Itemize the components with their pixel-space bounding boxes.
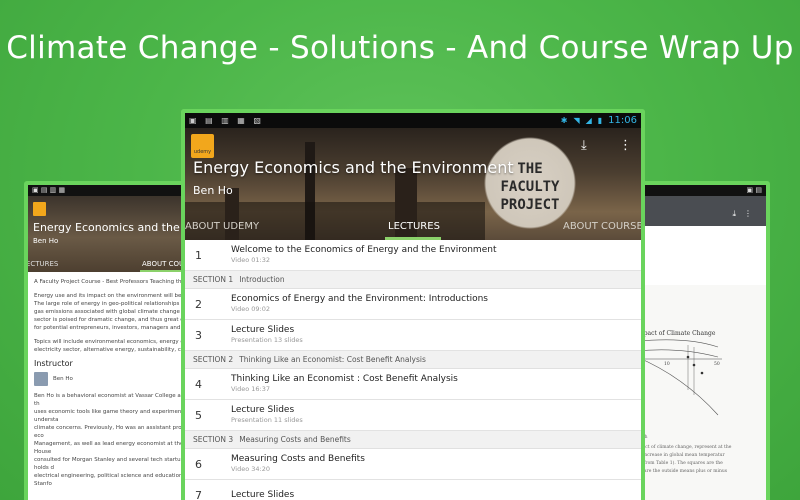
avatar <box>34 372 48 386</box>
lecture-title: Lecture Slides <box>231 489 295 500</box>
lecture-number: 5 <box>195 408 202 422</box>
lecture-number: 4 <box>195 377 202 391</box>
list-item[interactable]: 2 Economics of Energy and the Environmen… <box>185 289 641 320</box>
course-title: Energy Economics and the Environment <box>193 158 514 177</box>
lecture-number: 3 <box>195 328 202 342</box>
course-instructor: Ben Ho <box>193 184 233 197</box>
tab-lectures[interactable]: LECTURES <box>388 221 440 232</box>
lecture-meta: Video 01:32 <box>231 256 271 264</box>
lecture-number: 7 <box>195 488 202 500</box>
slide-text-line: impact of climate change, represent at t… <box>634 445 732 450</box>
tab-about-udemy[interactable]: ABOUT UDEMY <box>185 221 259 232</box>
udemy-logo-icon[interactable]: udemy <box>191 134 214 158</box>
tab-about-course[interactable]: ABOUT COURSE <box>563 221 641 232</box>
course-header: THE FACULTY PROJECT udemy Energy Economi… <box>185 128 641 240</box>
lecture-meta: Video 34:20 <box>231 465 271 473</box>
right-toolbar-icons: ⤓⋮ <box>732 209 760 219</box>
list-item[interactable]: 4 Thinking Like an Economist : Cost Bene… <box>185 369 641 400</box>
lecture-title: Economics of Energy and the Environment:… <box>231 294 488 304</box>
lecture-meta: Presentation 11 slides <box>231 416 303 424</box>
left-instructor: Ben Ho <box>33 237 59 245</box>
lecture-title: Welcome to the Economics of Energy and t… <box>231 245 497 255</box>
list-item[interactable]: 3 Lecture Slides Presentation 13 slides <box>185 320 641 351</box>
signal-icon: ◢ <box>585 116 592 125</box>
download-icon[interactable]: ⤓ <box>732 209 744 218</box>
course-tabs: ABOUT UDEMY LECTURES ABOUT COURSE <box>185 214 641 240</box>
lecture-number: 6 <box>195 457 202 471</box>
list-item[interactable]: 7 Lecture Slides <box>185 480 641 500</box>
lecture-meta: Video 16:37 <box>231 385 271 393</box>
list-item[interactable]: 6 Measuring Costs and Benefits Video 34:… <box>185 449 641 480</box>
clock: 11:06 <box>608 115 637 126</box>
axis-label: 50 <box>714 361 720 367</box>
left-tab-lectures[interactable]: LECTURES <box>28 260 58 268</box>
status-bar: ▣ ▤ ▥ ▦ ▧ ✱ ◥ ◢ ▮ 11:06 <box>185 113 641 128</box>
promo-headline: Climate Change - Solutions - And Course … <box>6 30 794 66</box>
battery-icon: ▮ <box>597 116 603 125</box>
bluetooth-icon: ✱ <box>560 116 568 125</box>
lecture-meta: Presentation 13 slides <box>231 336 303 344</box>
section-header: SECTION 3 Measuring Costs and Benefits <box>185 431 641 449</box>
status-right: ✱ ◥ ◢ ▮ 11:06 <box>561 115 637 126</box>
list-item[interactable]: 1 Welcome to the Economics of Energy and… <box>185 240 641 271</box>
lecture-title: Thinking Like an Economist : Cost Benefi… <box>231 374 458 384</box>
lecture-number: 2 <box>195 297 202 311</box>
axis-label: 10 <box>664 361 670 367</box>
wifi-icon: ◥ <box>573 116 580 125</box>
slide-text-line: line are the outside means plus or minus <box>634 469 728 474</box>
lecture-title: Measuring Costs and Benefits <box>231 454 365 464</box>
udemy-logo-icon <box>33 202 46 216</box>
slide-text-line: ow (from Table 1). The squares are the <box>634 461 723 466</box>
left-instructor-name: Ben Ho <box>53 376 73 382</box>
overflow-menu-icon[interactable]: ⋮ <box>744 209 760 218</box>
download-icon[interactable]: ⤓ <box>581 138 587 153</box>
section-header: SECTION 1 Introduction <box>185 271 641 289</box>
tab-indicator <box>385 237 441 240</box>
lecture-list: 1 Welcome to the Economics of Energy and… <box>185 240 641 500</box>
lecture-title: Lecture Slides <box>231 405 295 415</box>
overflow-menu-icon[interactable]: ⋮ <box>619 138 632 153</box>
lecture-meta: Video 09:02 <box>231 305 271 313</box>
slide-text-line: the increase in global mean temperatur <box>634 453 725 458</box>
notification-icons: ▣ ▤ ▥ ▦ ▧ <box>189 116 264 125</box>
section-header: SECTION 2 Thinking Like an Economist: Co… <box>185 351 641 369</box>
lecture-number: 1 <box>195 248 202 262</box>
main-tablet: ▣ ▤ ▥ ▦ ▧ ✱ ◥ ◢ ▮ 11:06 THE FACULTY PROJ… <box>181 109 645 500</box>
lecture-title: Lecture Slides <box>231 325 295 335</box>
list-item[interactable]: 5 Lecture Slides Presentation 11 slides <box>185 400 641 431</box>
